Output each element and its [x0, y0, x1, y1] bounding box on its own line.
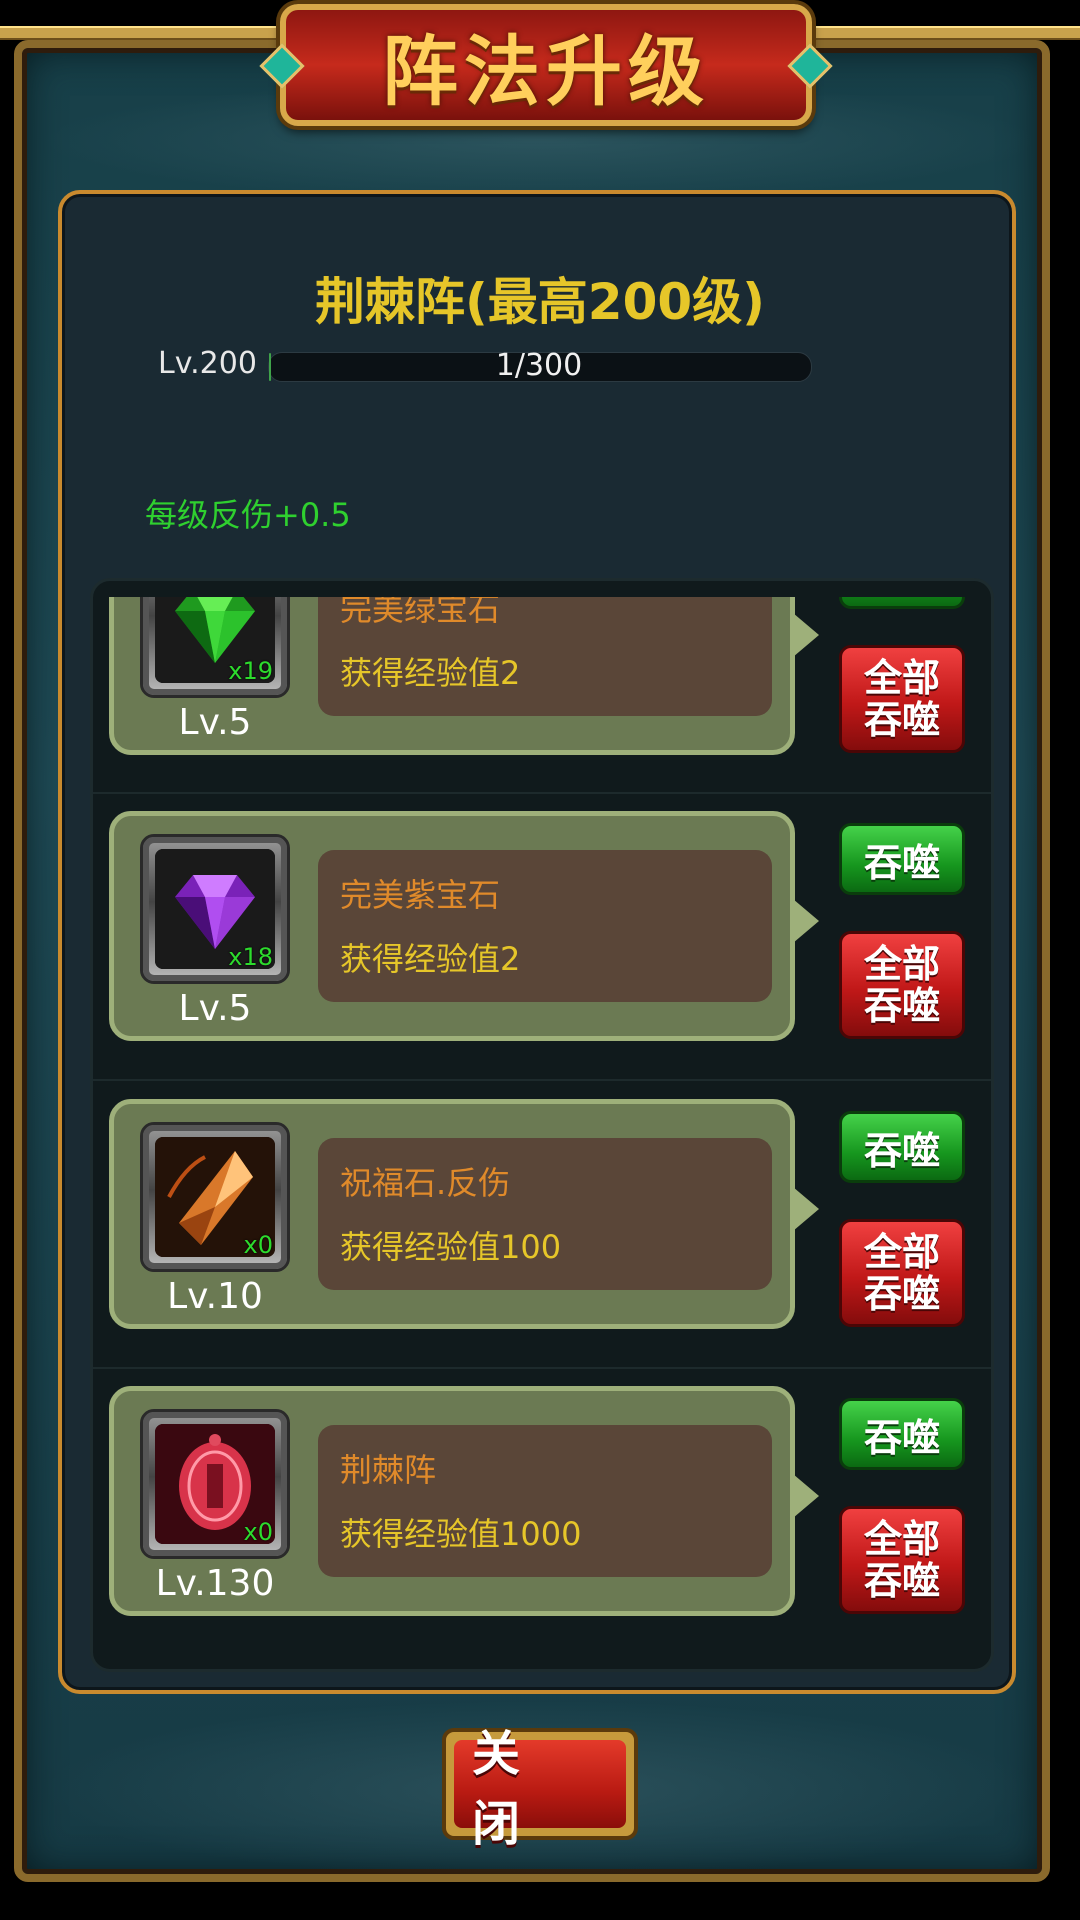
- list-item: x19 Lv.5 完美绿宝石 获得经验值2 吞噬 全部 吞噬: [109, 597, 989, 757]
- item-name: 完美紫宝石: [340, 876, 501, 914]
- item-level: Lv.5: [178, 702, 252, 743]
- item-count: x0: [243, 1231, 273, 1259]
- item-icon-frame[interactable]: x18: [140, 834, 290, 984]
- list-item: x18 Lv.5 完美紫宝石 获得经验值2 吞噬 全部 吞噬: [109, 811, 989, 1043]
- item-card: x18 Lv.5 完美紫宝石 获得经验值2: [109, 811, 795, 1041]
- devour-all-label: 全部 吞噬: [863, 656, 940, 742]
- devour-all-button[interactable]: 全部 吞噬: [839, 1219, 965, 1327]
- item-icon-frame[interactable]: x19: [140, 597, 290, 698]
- devour-button[interactable]: 吞噬: [839, 597, 965, 609]
- close-button-label: 关 闭: [454, 1726, 626, 1852]
- item-description-box: 荆棘阵 获得经验值1000: [318, 1425, 772, 1577]
- devour-button[interactable]: 吞噬: [839, 823, 965, 895]
- item-pointer-arrow: [793, 1187, 819, 1231]
- devour-all-label: 全部 吞噬: [863, 942, 940, 1028]
- devour-all-label: 全部 吞噬: [863, 1230, 940, 1316]
- list-item: x0 Lv.10 祝福石.反伤 获得经验值100 吞噬 全部 吞噬: [109, 1099, 989, 1331]
- item-icon-frame[interactable]: x0: [140, 1122, 290, 1272]
- title-banner: 阵法升级: [259, 4, 833, 126]
- item-icon-frame[interactable]: x0: [140, 1409, 290, 1559]
- material-list[interactable]: x19 Lv.5 完美绿宝石 获得经验值2 吞噬 全部 吞噬: [90, 578, 994, 1672]
- list-divider: [93, 1079, 991, 1081]
- item-card: x0 Lv.10 祝福石.反伤 获得经验值100: [109, 1099, 795, 1329]
- devour-all-button[interactable]: 全部 吞噬: [839, 1506, 965, 1614]
- formation-name: 荆棘阵(最高200级): [314, 273, 766, 331]
- item-level: Lv.10: [167, 1276, 263, 1317]
- item-count: x19: [228, 657, 273, 685]
- devour-all-button[interactable]: 全部 吞噬: [839, 931, 965, 1039]
- list-divider: [93, 792, 991, 794]
- list-item: x0 Lv.130 荆棘阵 获得经验值1000 吞噬 全部 吞噬: [109, 1386, 989, 1618]
- formation-level: Lv.200: [158, 346, 257, 381]
- item-description-box: 祝福石.反伤 获得经验值100: [318, 1138, 772, 1290]
- item-exp: 获得经验值2: [340, 940, 521, 978]
- item-name: 完美绿宝石: [340, 597, 501, 628]
- close-button[interactable]: 关 闭: [442, 1726, 638, 1852]
- item-pointer-arrow: [793, 613, 819, 657]
- page-title: 阵法升级: [382, 27, 710, 116]
- list-divider: [93, 1367, 991, 1369]
- item-count: x0: [243, 1518, 273, 1546]
- item-name: 祝福石.反伤: [340, 1164, 511, 1202]
- item-card: x0 Lv.130 荆棘阵 获得经验值1000: [109, 1386, 795, 1616]
- material-list-scroll[interactable]: x19 Lv.5 完美绿宝石 获得经验值2 吞噬 全部 吞噬: [93, 597, 991, 1655]
- item-count: x18: [228, 943, 273, 971]
- devour-all-button[interactable]: 全部 吞噬: [839, 645, 965, 753]
- item-card: x19 Lv.5 完美绿宝石 获得经验值2: [109, 597, 795, 755]
- item-pointer-arrow: [793, 1474, 819, 1518]
- item-pointer-arrow: [793, 899, 819, 943]
- item-exp: 获得经验值2: [340, 654, 521, 692]
- item-exp: 获得经验值100: [340, 1228, 562, 1266]
- devour-button[interactable]: 吞噬: [839, 1398, 965, 1470]
- item-level: Lv.130: [155, 1563, 275, 1604]
- level-bonus-text: 每级反伤+0.5: [145, 496, 351, 534]
- item-description-box: 完美绿宝石 获得经验值2: [318, 597, 772, 716]
- devour-all-label: 全部 吞噬: [863, 1517, 940, 1603]
- devour-button[interactable]: 吞噬: [839, 1111, 965, 1183]
- item-name: 荆棘阵: [340, 1451, 437, 1489]
- item-level: Lv.5: [178, 988, 252, 1029]
- exp-progress-text: 1/300: [495, 348, 583, 383]
- item-description-box: 完美紫宝石 获得经验值2: [318, 850, 772, 1002]
- item-exp: 获得经验值1000: [340, 1515, 582, 1553]
